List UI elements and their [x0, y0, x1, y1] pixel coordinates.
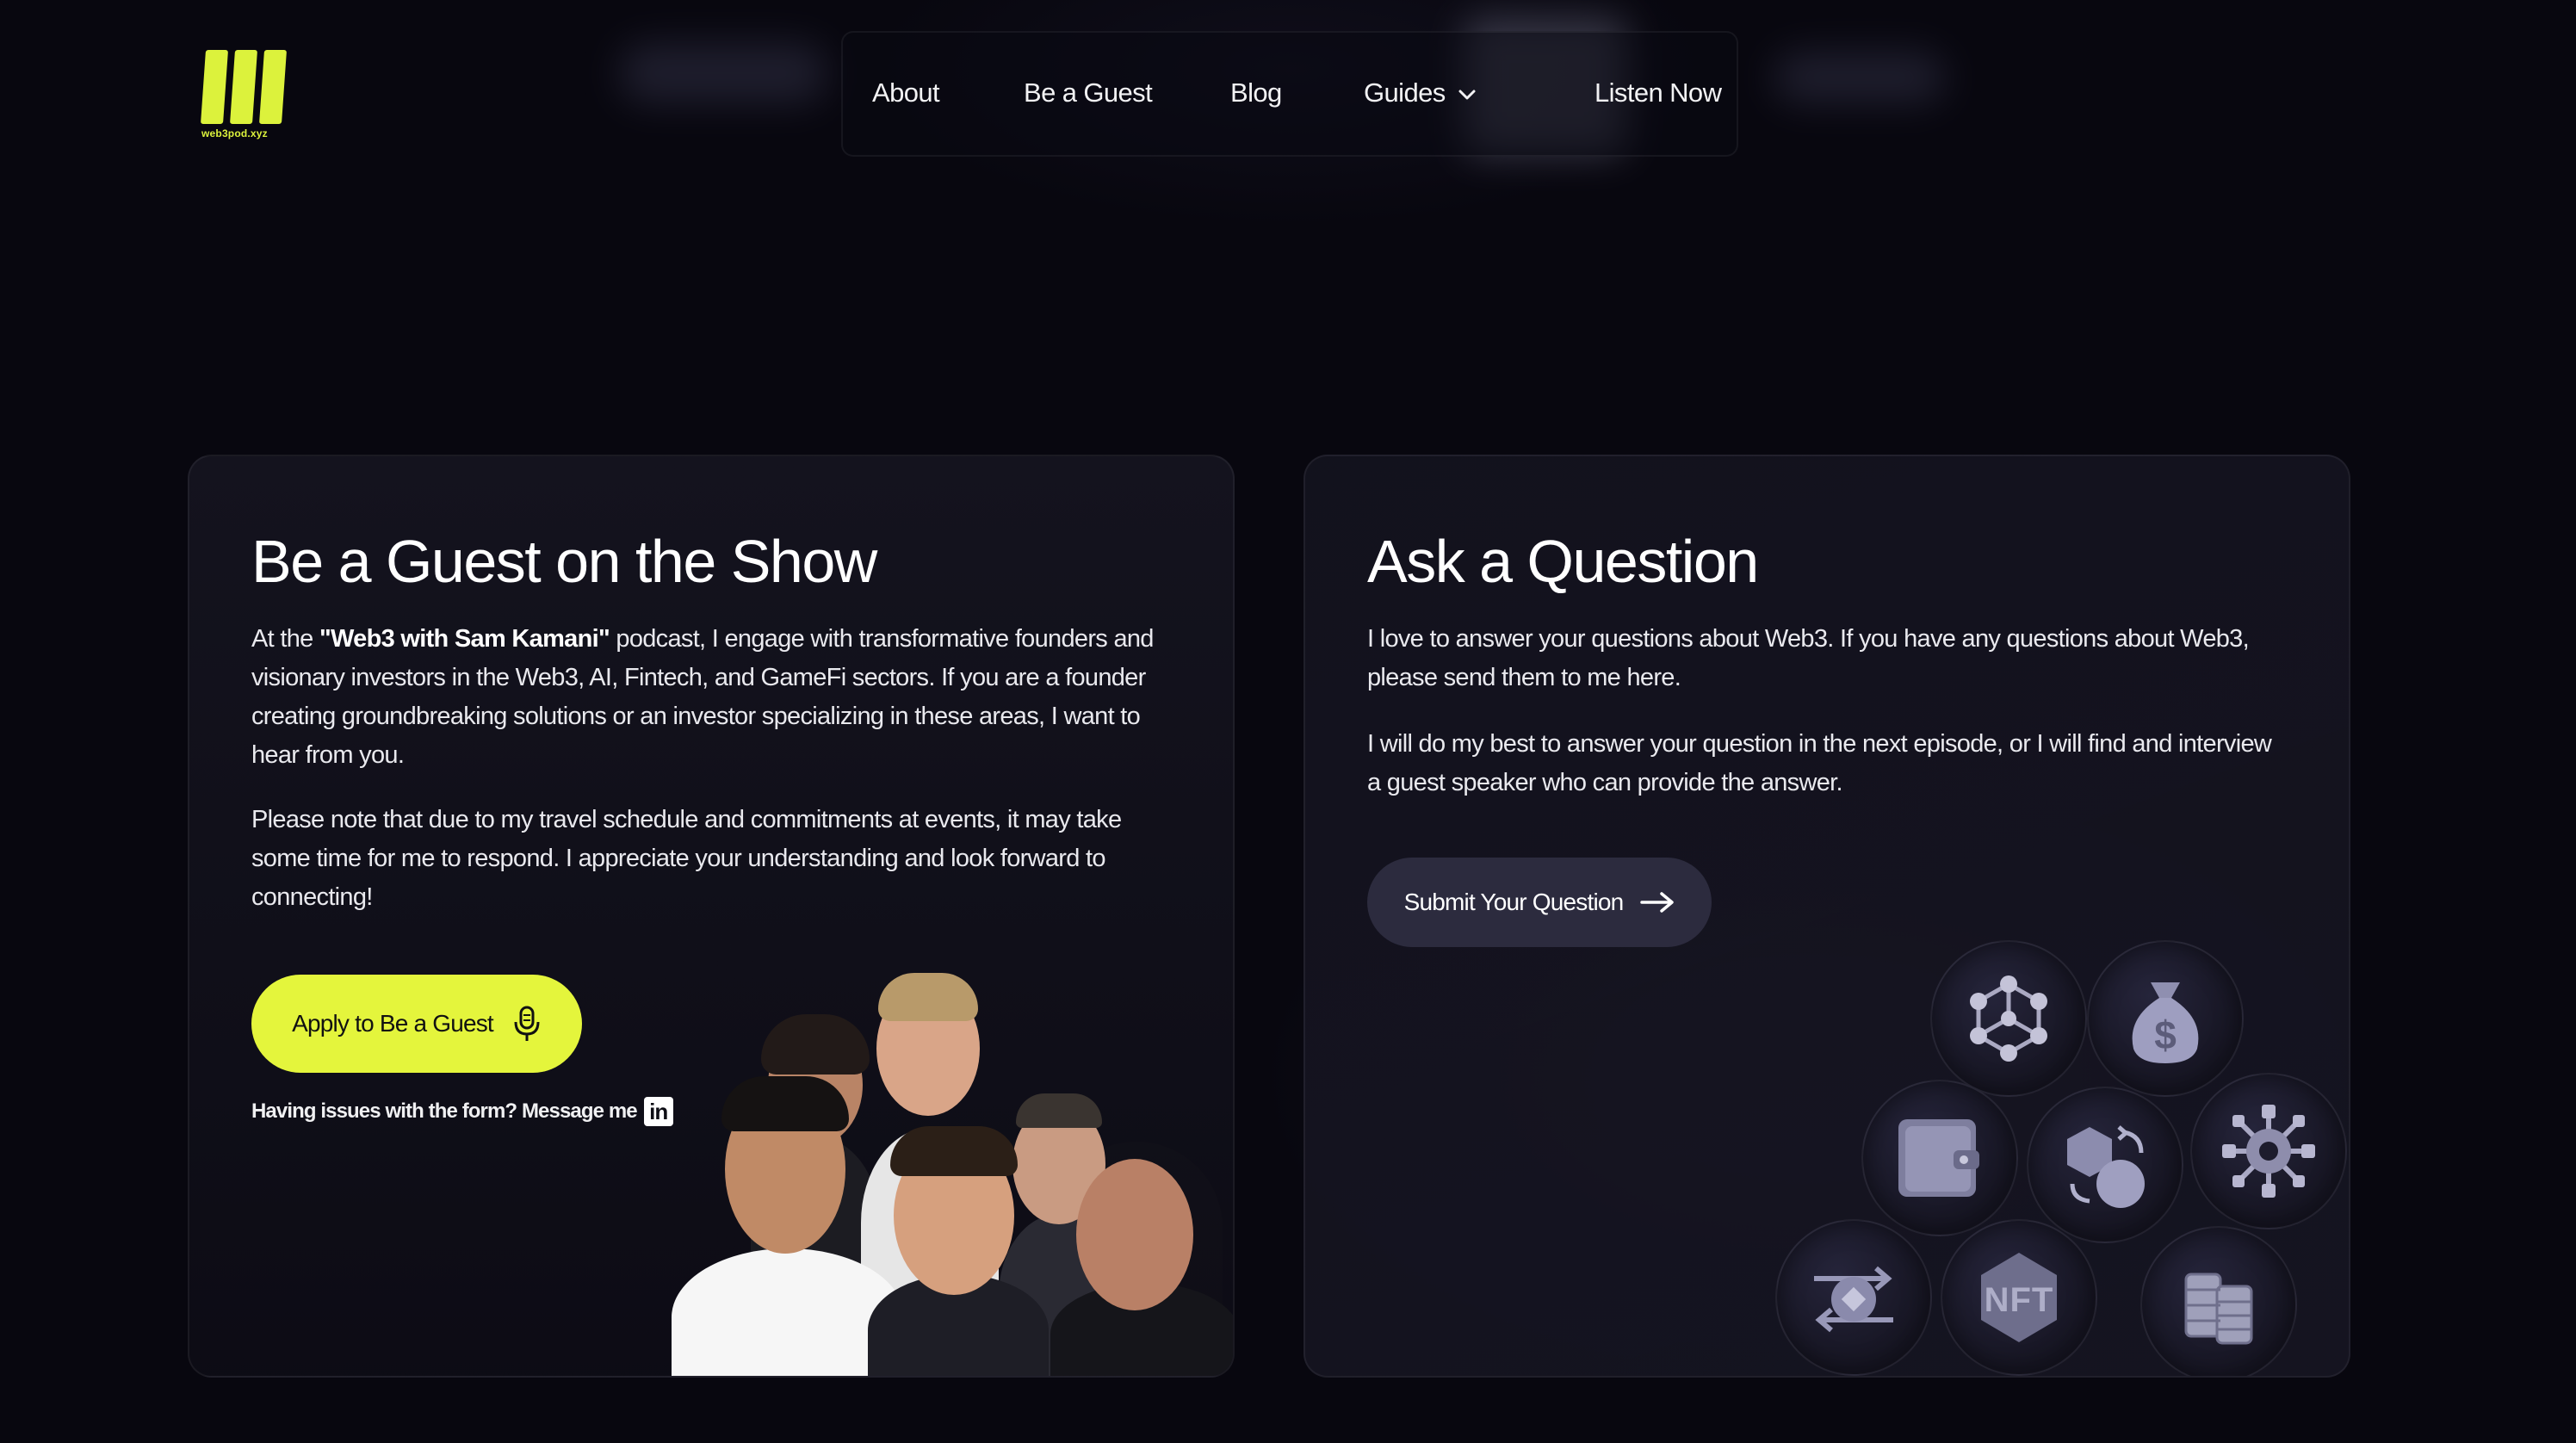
nft-label: NFT: [1985, 1281, 2054, 1319]
money-bag-icon: $: [2087, 940, 2244, 1097]
chevron-down-icon: [1458, 90, 1476, 100]
guests-photo: [672, 956, 1233, 1376]
podcast-name: "Web3 with Sam Kamani": [319, 625, 610, 653]
nav-guides[interactable]: Guides: [1364, 77, 1477, 108]
gear-network-icon: [2190, 1073, 2347, 1229]
guest-hair: [1016, 1093, 1102, 1128]
intro-prefix: At the: [251, 625, 319, 653]
nav-blog[interactable]: Blog: [1230, 77, 1282, 108]
nav-guides-label: Guides: [1364, 77, 1446, 108]
guest-card-title: Be a Guest on the Show: [251, 528, 877, 595]
nft-icon: NFT: [1941, 1219, 2097, 1376]
exchange-icon: [2027, 1087, 2183, 1243]
form-issue-label: Having issues with the form? Message me: [251, 1099, 638, 1123]
guest-hair: [721, 1076, 849, 1131]
arrow-right-icon: [1640, 892, 1675, 913]
guest-card-note: Please note that due to my travel schedu…: [251, 806, 1122, 911]
submit-question-button[interactable]: Submit Your Question: [1367, 858, 1712, 947]
apply-guest-label: Apply to Be a Guest: [292, 1010, 494, 1037]
guest-hair: [878, 973, 978, 1021]
coins-icon: [2140, 1226, 2297, 1376]
nav-listen-now[interactable]: Listen Now: [1595, 77, 1722, 108]
guest-hair: [761, 1014, 870, 1075]
microphone-icon: [514, 1006, 540, 1041]
logo-mark: [200, 50, 288, 124]
question-card-title: Ask a Question: [1367, 528, 1759, 595]
background-blur: [620, 43, 827, 103]
nav-about[interactable]: About: [872, 77, 940, 108]
apply-guest-button[interactable]: Apply to Be a Guest: [251, 975, 582, 1073]
logo-text: web3pod.xyz: [201, 127, 268, 139]
guest-hair: [890, 1126, 1018, 1176]
guest-card: Be a Guest on the Show At the "Web3 with…: [188, 455, 1235, 1378]
linkedin-icon[interactable]: in: [643, 1097, 673, 1126]
main-nav: About Be a Guest Blog Guides Listen Now: [841, 31, 1738, 157]
token-swap-icon: [1775, 1219, 1932, 1376]
background-blur: [1774, 52, 1946, 103]
network-icon: [1930, 940, 2087, 1097]
guest-face: [1076, 1159, 1193, 1310]
site-logo[interactable]: web3pod.xyz: [200, 50, 288, 145]
wallet-icon: [1861, 1080, 2018, 1236]
question-card: Ask a Question I love to answer your que…: [1303, 455, 2350, 1378]
logo-bar: [200, 50, 229, 124]
dollar-symbol: $: [2154, 1013, 2177, 1057]
logo-bar: [258, 50, 288, 124]
guest-card-intro: At the "Web3 with Sam Kamani" podcast, I…: [251, 620, 1164, 775]
submit-question-label: Submit Your Question: [1403, 889, 1625, 915]
question-card-intro: I love to answer your questions about We…: [1367, 625, 2250, 691]
logo-bar: [229, 50, 258, 124]
question-card-note: I will do my best to answer your questio…: [1367, 730, 2272, 796]
form-issue-text: Having issues with the form? Message me …: [251, 1097, 673, 1126]
nav-be-a-guest[interactable]: Be a Guest: [1024, 77, 1153, 108]
